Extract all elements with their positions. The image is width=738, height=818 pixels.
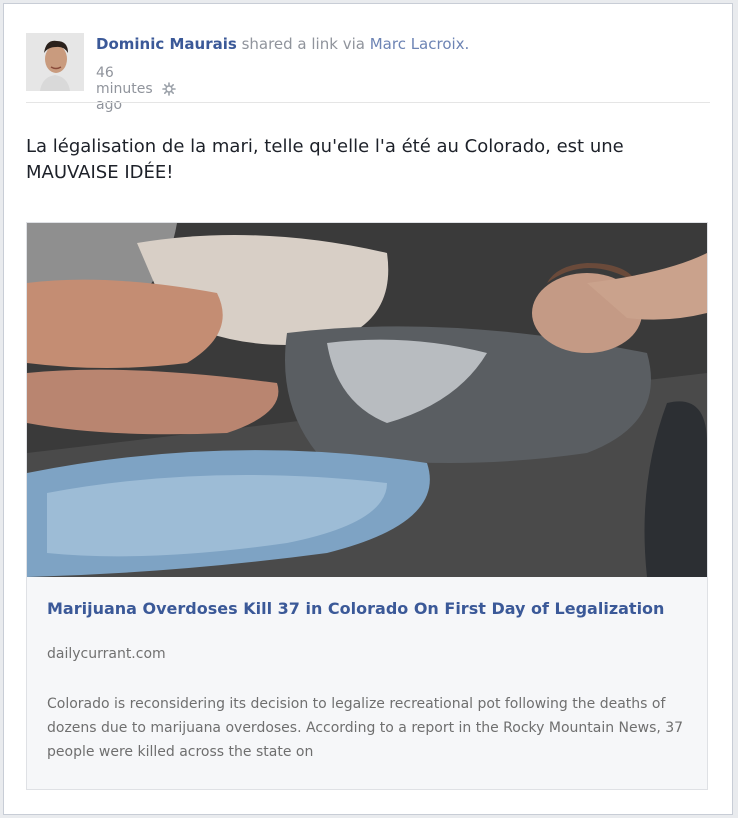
post-meta: 46 minutes ago <box>96 65 176 113</box>
post-card: Dominic Maurais shared a link via Marc L… <box>3 3 733 815</box>
post-author-line: Dominic Maurais shared a link via Marc L… <box>96 35 696 53</box>
photo-illustration <box>27 223 707 577</box>
link-preview[interactable]: Marijuana Overdoses Kill 37 in Colorado … <box>26 222 708 790</box>
post-timestamp[interactable]: 46 minutes ago <box>96 65 153 113</box>
avatar-photo-icon <box>26 33 84 91</box>
post-message: La légalisation de la mari, telle qu'ell… <box>26 136 624 183</box>
share-action-text: shared a link via <box>241 35 365 53</box>
link-title[interactable]: Marijuana Overdoses Kill 37 in Colorado … <box>47 598 677 620</box>
author-avatar[interactable] <box>26 33 84 91</box>
via-name-link[interactable]: Marc Lacroix. <box>370 35 470 53</box>
link-description: Colorado is reconsidering its decision t… <box>47 696 684 760</box>
link-preview-image[interactable] <box>27 223 707 577</box>
author-name-link[interactable]: Dominic Maurais <box>96 35 237 53</box>
gear-icon[interactable] <box>161 82 176 96</box>
link-domain: dailycurrant.com <box>47 646 166 662</box>
header-divider <box>26 102 710 103</box>
